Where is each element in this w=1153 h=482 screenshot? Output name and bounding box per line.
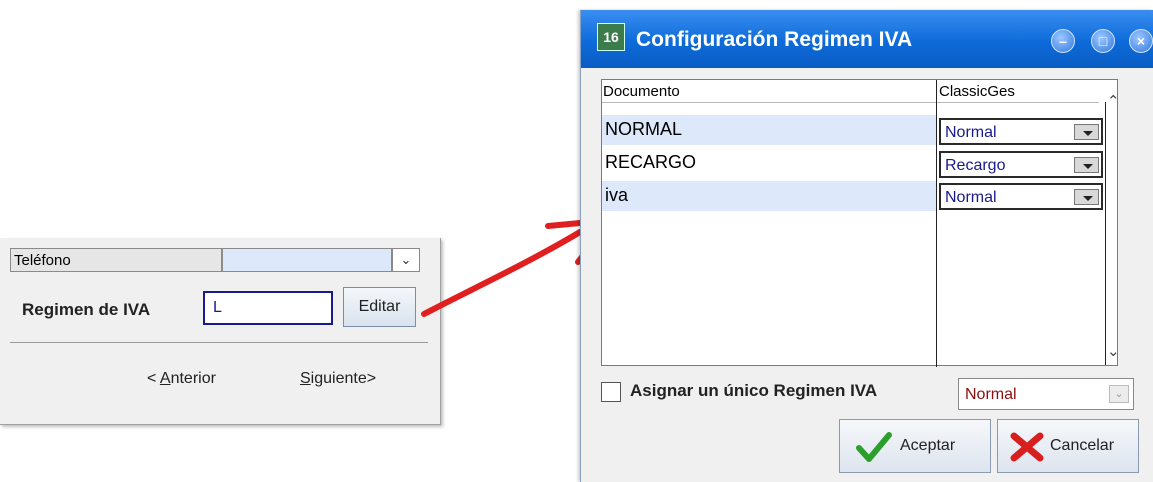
chevron-down-icon[interactable]	[1074, 157, 1099, 173]
single-regime-select[interactable]: Normal ⌄	[958, 378, 1134, 410]
close-icon[interactable]: ×	[1129, 29, 1153, 53]
table-row[interactable]: iva	[602, 181, 936, 211]
minimize-icon[interactable]: –	[1051, 29, 1075, 53]
row-document: NORMAL	[605, 119, 683, 139]
maximize-icon[interactable]: □	[1091, 29, 1115, 53]
cancel-label: Cancelar	[1050, 437, 1115, 454]
table-row[interactable]: NORMAL	[602, 115, 936, 145]
row-document: iva	[605, 185, 629, 205]
select-value: Normal	[965, 386, 1017, 403]
x-icon	[1010, 432, 1044, 462]
column-header-documento[interactable]: Documento	[603, 83, 680, 100]
dialog-title: Configuración Regimen IVA	[636, 28, 913, 51]
title-bar[interactable]: 16 Configuración Regimen IVA – □ ×	[581, 10, 1153, 68]
check-icon	[856, 432, 892, 462]
classicges-select[interactable]: Recargo	[939, 151, 1103, 178]
chevron-down-icon[interactable]	[1074, 189, 1099, 205]
classicges-select[interactable]: Normal	[939, 118, 1103, 145]
classicges-select[interactable]: Normal	[939, 183, 1103, 210]
column-header-classicges[interactable]: ClassicGes	[939, 83, 1015, 100]
scroll-up-icon[interactable]: ⌃	[1107, 92, 1120, 110]
single-regime-checkbox[interactable]	[601, 382, 621, 402]
column-divider	[1105, 102, 1106, 365]
table-row[interactable]: RECARGO	[602, 148, 936, 178]
app-icon: 16	[597, 23, 625, 51]
cancel-button[interactable]: Cancelar	[997, 419, 1139, 473]
accept-button[interactable]: Aceptar	[839, 419, 991, 473]
row-document: RECARGO	[605, 152, 697, 172]
chevron-down-icon[interactable]: ⌄	[1109, 385, 1129, 403]
select-value: Normal	[945, 189, 997, 206]
select-value: Normal	[945, 124, 997, 141]
column-divider	[936, 80, 937, 367]
regime-table: Documento ClassicGes NORMAL Normal RECAR…	[601, 79, 1120, 367]
accept-label: Aceptar	[900, 437, 956, 454]
single-regime-label: Asignar un único Regimen IVA	[630, 381, 878, 400]
chevron-down-icon[interactable]	[1074, 124, 1099, 140]
table-header: Documento ClassicGes	[602, 80, 1099, 103]
select-value: Recargo	[945, 157, 1006, 174]
vat-config-dialog: 16 Configuración Regimen IVA – □ × Docum…	[580, 10, 1153, 482]
scroll-down-icon[interactable]: ⌄	[1107, 342, 1120, 360]
